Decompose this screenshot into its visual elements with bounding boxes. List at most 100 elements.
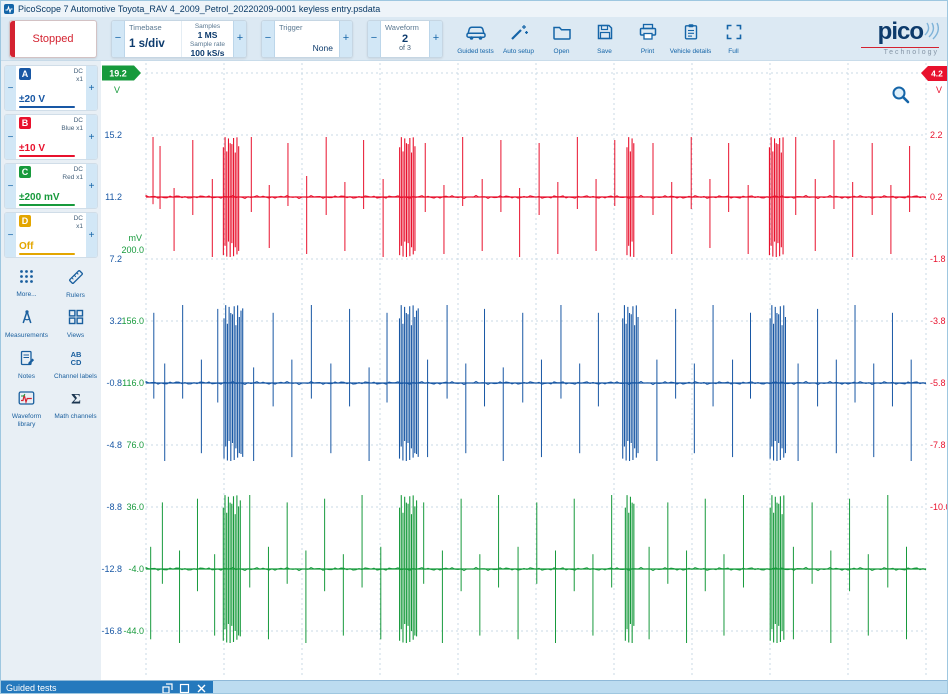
pico-logo-subtext: Technology: [861, 49, 939, 56]
channel-a-badge[interactable]: A: [19, 68, 31, 80]
notes-icon: [19, 350, 35, 371]
vehicle-details-button[interactable]: Vehicle details: [670, 19, 711, 59]
notes-button[interactable]: Notes: [2, 350, 51, 380]
svg-text:CD: CD: [70, 358, 81, 366]
trigger-control: − Trigger None +: [261, 20, 353, 58]
channel-b-probe: Blue x1: [61, 125, 83, 133]
print-icon: [638, 23, 658, 46]
views-icon: [68, 309, 84, 330]
samples-panel[interactable]: Samples 1 MS Sample rate 100 kS/s: [181, 21, 233, 57]
channel-b-badge[interactable]: B: [19, 117, 31, 129]
channel-d-probe: x1: [76, 223, 83, 231]
stop-start-button[interactable]: Stopped: [9, 20, 97, 58]
waveform-panel[interactable]: Waveform 2 of 3: [381, 21, 429, 57]
app-icon: [4, 4, 14, 14]
window-title: PicoScope 7 Automotive Toyota_RAV 4_2009…: [18, 4, 380, 14]
channel-d-badge[interactable]: D: [19, 215, 31, 227]
svg-text:-12.8: -12.8: [101, 564, 122, 574]
channel-c-card: − C DCRed x1 ±200 mV +: [4, 163, 98, 209]
svg-text:200.0: 200.0: [121, 245, 144, 255]
timebase-decrease-button[interactable]: −: [112, 21, 125, 57]
channel-b-card: − B DCBlue x1 ±10 V +: [4, 114, 98, 160]
print-button[interactable]: Print: [627, 19, 668, 59]
svg-text:-0.8: -0.8: [106, 378, 122, 388]
channel-c-badge[interactable]: C: [19, 166, 31, 178]
sidebar-tools: More... Rulers Measurements Views Notes …: [1, 261, 101, 436]
trigger-label: Trigger: [279, 23, 335, 32]
pico-logo-text: pico: [878, 21, 923, 43]
waveform-library-button[interactable]: Waveform library: [2, 390, 51, 428]
svg-text:19.2: 19.2: [109, 69, 127, 79]
timebase-panel[interactable]: Timebase 1 s/div: [125, 21, 181, 57]
svg-text:mV: mV: [129, 233, 143, 243]
channel-b-decrease-button[interactable]: −: [5, 115, 16, 159]
auto-setup-button[interactable]: Auto setup: [498, 19, 539, 59]
waveform-count: of 3: [385, 45, 425, 52]
channel-c-range[interactable]: ±200 mV: [19, 192, 83, 203]
guided-tests-button[interactable]: Guided tests: [455, 19, 496, 59]
guided-tests-panel-bar: Guided tests: [1, 680, 948, 694]
math-icon: Σ: [68, 390, 84, 411]
channel-d-coupling: DC: [74, 215, 83, 223]
svg-text:-10.0: -10.0: [930, 502, 948, 512]
full-screen-button[interactable]: Full: [713, 19, 754, 59]
channel-c-probe: Red x1: [62, 174, 83, 182]
samples-value: 1 MS: [182, 30, 233, 40]
timebase-label: Timebase: [129, 23, 177, 32]
trigger-increase-button[interactable]: +: [339, 21, 352, 57]
views-button[interactable]: Views: [51, 309, 100, 339]
svg-text:-3.8: -3.8: [930, 316, 946, 326]
wand-icon: [509, 23, 529, 46]
channel-d-increase-button[interactable]: +: [86, 213, 97, 257]
more-button[interactable]: More...: [2, 269, 51, 299]
channel-a-increase-button[interactable]: +: [86, 66, 97, 110]
main-toolbar: Stopped − Timebase 1 s/div Samples 1 MS …: [1, 17, 948, 61]
channel-d-color-bar: [19, 253, 75, 255]
channel-b-range[interactable]: ±10 V: [19, 143, 83, 154]
measurements-button[interactable]: Measurements: [2, 309, 51, 339]
zoom-magnifier-icon[interactable]: [891, 85, 911, 105]
channel-b-increase-button[interactable]: +: [86, 115, 97, 159]
waveform-plot-area[interactable]: 15.211.27.23.2-0.8-4.8-8.8-12.8-16.8200.…: [101, 61, 948, 680]
undock-panel-icon[interactable]: [161, 682, 174, 694]
sample-rate-label: Sample rate: [182, 41, 233, 48]
stopped-label: Stopped: [33, 33, 74, 45]
channel-a-decrease-button[interactable]: −: [5, 66, 16, 110]
close-panel-icon[interactable]: [195, 682, 208, 694]
channel-labels-button[interactable]: ABCD Channel labels: [51, 350, 100, 380]
waveform-library-icon: [18, 390, 35, 411]
channel-a-range[interactable]: ±20 V: [19, 94, 83, 105]
waveform-next-button[interactable]: +: [429, 21, 442, 57]
folder-icon: [552, 23, 572, 46]
svg-text:116.0: 116.0: [122, 378, 144, 388]
timebase-increase-button[interactable]: +: [233, 21, 246, 57]
channel-c-increase-button[interactable]: +: [86, 164, 97, 208]
car-icon: [465, 23, 487, 46]
channel-d-decrease-button[interactable]: −: [5, 213, 16, 257]
more-icon: [19, 269, 34, 289]
math-channels-button[interactable]: Σ Math channels: [51, 390, 100, 428]
svg-text:76.0: 76.0: [126, 440, 144, 450]
trigger-decrease-button[interactable]: −: [262, 21, 275, 57]
rulers-button[interactable]: Rulers: [51, 269, 100, 299]
open-button[interactable]: Open: [541, 19, 582, 59]
trigger-panel[interactable]: Trigger None: [275, 21, 339, 57]
svg-text:-7.8: -7.8: [930, 440, 946, 450]
waveform-control: − Waveform 2 of 3 +: [367, 20, 443, 58]
waveform-previous-button[interactable]: −: [368, 21, 381, 57]
channel-d-range[interactable]: Off: [19, 241, 83, 252]
channel-c-decrease-button[interactable]: −: [5, 164, 16, 208]
svg-text:-1.8: -1.8: [930, 254, 946, 264]
toolbar-buttons: Guided tests Auto setup Open Save Print …: [455, 19, 754, 59]
pico-logo-red-line: [861, 47, 939, 49]
channel-sidebar: − A DCx1 ±20 V + − B DCBlue x1 ±10 V: [1, 61, 101, 680]
channel-labels-icon: ABCD: [68, 350, 84, 371]
timebase-control: − Timebase 1 s/div Samples 1 MS Sample r…: [111, 20, 247, 58]
channel-a-probe: x1: [76, 76, 83, 84]
save-button[interactable]: Save: [584, 19, 625, 59]
guided-tests-panel-header[interactable]: Guided tests: [1, 681, 213, 694]
scope-graph[interactable]: 15.211.27.23.2-0.8-4.8-8.8-12.8-16.8200.…: [101, 61, 948, 680]
maximize-panel-icon[interactable]: [178, 682, 191, 694]
channel-d-card: − D DCx1 Off +: [4, 212, 98, 258]
measurements-icon: [19, 309, 35, 330]
